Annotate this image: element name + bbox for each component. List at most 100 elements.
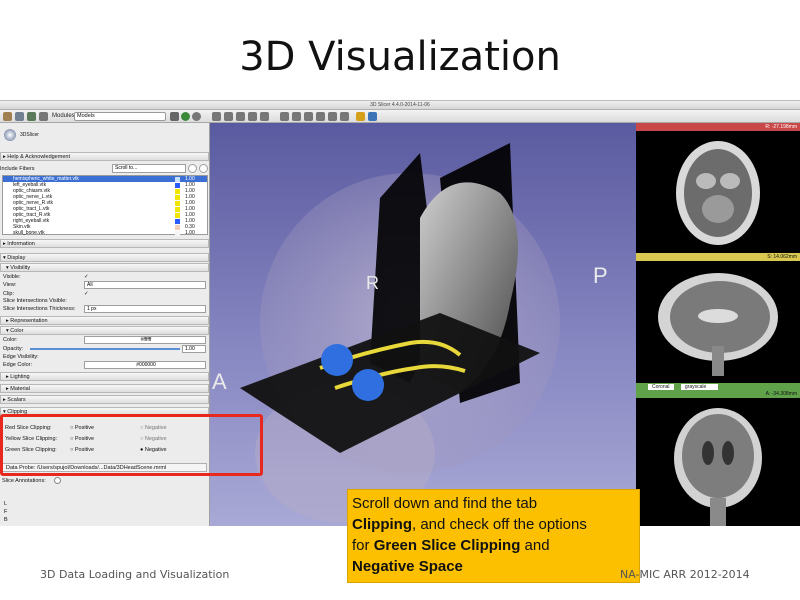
color-picker[interactable]: #ffffff [84,336,206,344]
layout-icon[interactable] [224,112,233,121]
slicer-logo-icon [4,129,16,141]
red-axial-slice[interactable] [636,131,800,253]
roi-icon[interactable] [316,112,325,121]
yellow-readout: S: 14.062mm [767,254,797,260]
extension-icon[interactable] [356,112,365,121]
display-section[interactable]: ▾ Display [0,253,209,262]
module-selector[interactable]: Models [74,112,166,121]
toolbar: Modules: Models [0,110,800,123]
slice-views: R: -27.198mm S: 14.062mm Coronal graysca… [636,123,800,526]
representation-section[interactable]: ▸ Representation [0,316,209,325]
red-slice-bar[interactable]: R: -27.198mm [636,123,800,131]
scalars-section[interactable]: ▸ Scalars [0,395,209,404]
scroll-to-label: Scroll to... [115,165,138,171]
material-section[interactable]: ▸ Material [0,384,209,393]
view-layout-icon[interactable] [260,112,269,121]
material-section-label: Material [10,386,30,392]
slice-annotations-toggle[interactable] [54,477,61,484]
lighting-section[interactable]: ▸ Lighting [0,372,209,381]
information-section[interactable]: ▸ Information [0,239,209,248]
representation-section-label: Representation [10,318,48,324]
orientation-l: L [4,501,8,507]
scalars-section-label: Scalars [7,397,26,403]
callout-negative-space: Negative Space [352,558,463,575]
options-icon[interactable] [199,164,208,173]
orientation-label-r: R [366,273,379,293]
fiber-color-swatch[interactable] [175,188,180,194]
fibers-list[interactable]: hemispheric_white_matter.vtk 1.00 left_eye… [2,175,208,236]
slide: 3D Visualization 3D Slicer 4.4.0-2014-11… [0,0,800,600]
callout-green-slice-clipping: Green Slice Clipping [373,537,521,554]
slide-title: 3D Visualization [239,34,561,80]
callout-line3-post: and [520,537,550,554]
ruler-icon[interactable] [304,112,313,121]
green-orientation-select[interactable]: Coronal [648,384,674,390]
fiber-color-swatch[interactable] [175,212,180,218]
crosshair-icon[interactable] [280,112,289,121]
green-readout-bar: A: -34.308mm [636,391,800,398]
slice-annotations-label: Slice Annotations: [2,478,46,484]
view-select[interactable]: All [84,281,206,289]
modules-label: Modules: [52,113,77,119]
visibility-section-label: Visibility [10,265,31,271]
visibility-section[interactable]: ▾ Visibility [0,263,209,272]
back-arrow-icon[interactable] [170,112,179,121]
fiber-color-swatch[interactable] [175,206,180,212]
callout-line2: , and check off the options [412,516,587,533]
fiber-color-swatch[interactable] [175,200,180,206]
information-section-label: Information [7,241,35,247]
fiber-color-swatch[interactable] [175,176,180,182]
module-search-icon[interactable] [39,112,48,121]
orientation-f: F [4,509,8,515]
opacity-spinbox[interactable]: 1.00 [182,345,206,353]
help-section[interactable]: ▸ Help & Acknowledgement [0,152,209,161]
visibility-eye-icon[interactable] [188,164,197,173]
conventional-layout-icon[interactable] [236,112,245,121]
slice-intersections-visible-label: Slice Intersections Visible: [3,298,67,304]
footer-right: NA-MIC ARR 2012-2014 [620,568,750,581]
refresh-icon[interactable] [192,112,201,121]
crosshair-toggle-icon[interactable] [340,112,349,121]
thickness-select[interactable]: 1 px [84,305,206,313]
green-volume-select[interactable]: grayscale [680,384,719,390]
forward-arrow-icon[interactable] [181,112,190,121]
fiber-name: skull_bone.vtk [13,230,45,236]
opacity-slider[interactable] [30,348,180,350]
visible-checkbox[interactable]: ✓ [84,273,209,281]
fiber-row[interactable]: skull_bone.vtk 1.00 [3,230,207,236]
3d-view[interactable]: R P A [210,123,636,526]
yellow-sagittal-slice[interactable] [636,261,800,383]
green-coronal-slice[interactable] [636,398,800,526]
callout-line1: Scroll down and find the tab [352,495,538,512]
fiber-color-swatch[interactable] [175,218,180,224]
footer-left: 3D Data Loading and Visualization [40,568,230,581]
left-eyeball-shape [352,369,384,401]
fiber-color-swatch[interactable] [175,230,180,236]
fiber-color-swatch[interactable] [175,182,180,188]
edge-visibility-label: Edge Visibility: [3,354,39,360]
fiber-opacity[interactable]: 1.00 [185,230,195,236]
fiber-color-swatch[interactable] [175,224,180,230]
dicom-icon[interactable] [15,112,24,121]
edge-color-picker[interactable]: #000000 [84,361,206,369]
lighting-section-label: Lighting [10,374,30,380]
clipping-highlight-box [0,414,263,476]
orientation-label-p: P [593,263,608,288]
fourup-layout-icon[interactable] [248,112,257,121]
display-section-label: Display [7,255,26,261]
color-section-label: Color [10,328,24,334]
mouse-mode-icon[interactable] [212,112,221,121]
save-icon[interactable] [27,112,36,121]
scroll-to-field[interactable]: Scroll to... [112,164,186,173]
yellow-slice-bar[interactable]: S: 14.062mm [636,253,800,261]
fiber-color-swatch[interactable] [175,194,180,200]
screenshot-icon[interactable] [328,112,337,121]
green-slice-bar[interactable]: Coronal grayscale [636,383,800,391]
load-data-icon[interactable] [3,112,12,121]
help-section-label: Help & Acknowledgement [7,154,70,160]
fiducial-icon[interactable] [292,112,301,121]
green-readout: A: -34.308mm [765,391,797,397]
color-section[interactable]: ▾ Color [0,326,209,335]
python-icon[interactable] [368,112,377,121]
instruction-callout: Scroll down and find the tab Clipping, a… [347,489,640,583]
